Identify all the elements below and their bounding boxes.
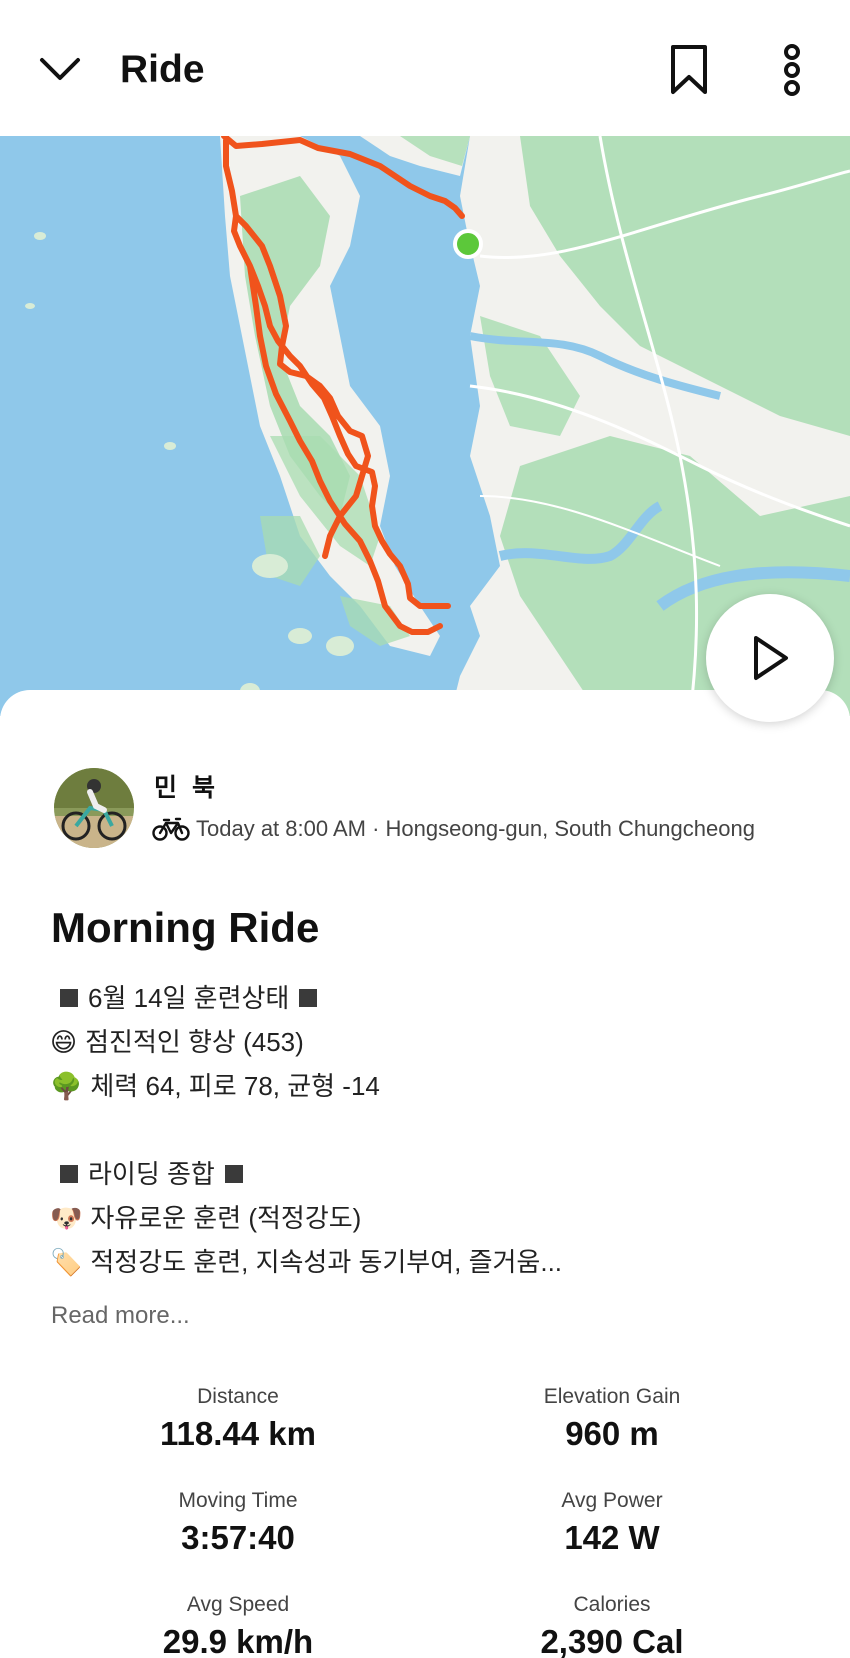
stat-label: Avg Power [561,1489,663,1512]
stat-label: Moving Time [178,1489,298,1512]
activity-description: 6월 14일 훈련상태 😄 점진적인 향상 (453) 🌳 체력 64, 피로 78… [50,976,810,1284]
activity-meta: Today at 8:00 AM · Hongseong-gun, South … [152,812,755,846]
black-square-icon [60,1165,78,1184]
bookmark-icon[interactable] [664,40,714,100]
description-text: 적정강도 훈련, 지속성과 동기부여, 즐거움... [90,1247,563,1277]
stat-label: Calories [573,1593,651,1616]
stat-value: 2,390 Cal [540,1623,684,1658]
stat-label: Distance [197,1385,279,1408]
play-flyover-button[interactable] [706,594,834,722]
black-square-icon [224,1165,243,1184]
description-text: 라이딩 종합 [88,1159,215,1189]
read-more-link[interactable]: Read more... [51,1302,190,1330]
description-line: 😄 점진적인 향상 (453) [50,1020,810,1064]
bike-icon [152,817,190,841]
grinning-face-icon: 😄 [50,1027,78,1057]
stat-value: 118.44 km [160,1415,316,1452]
stat-value: 29.9 km/h [162,1623,314,1658]
stat-value: 3:57:40 [181,1519,295,1556]
chevron-down-icon[interactable] [34,44,90,100]
black-square-icon [299,989,318,1008]
description-text: 점진적인 향상 (453) [85,1027,304,1057]
activity-meta-text: Today at 8:00 AM · Hongseong-gun, South … [196,816,755,841]
stat-value: 142 W [564,1519,660,1556]
stat-label: Avg Speed [186,1593,290,1616]
description-line: 라이딩 종합 [50,1152,810,1196]
stat-calories: Calories 2,390 Cal [462,1590,762,1658]
description-text: 자유로운 훈련 (적정강도) [90,1203,362,1233]
description-text: 6월 14일 훈련상태 [88,983,290,1013]
stat-label: Elevation Gain [543,1385,681,1408]
stat-elevation-gain: Elevation Gain 960 m [462,1382,762,1456]
activity-page: Ride 민 북 Today at 8:00 AM · Hongseong-gu… [0,0,850,1658]
stat-avg-speed: Avg Speed 29.9 km/h [88,1590,388,1658]
description-line: 6월 14일 훈련상태 [50,976,810,1020]
tree-icon: 🌳 [50,1071,83,1101]
athlete-name[interactable]: 민 북 [154,768,219,804]
stat-moving-time: Moving Time 3:57:40 [88,1486,388,1560]
description-line: 🏷️ 적정강도 훈련, 지속성과 동기부여, 즐거움... [50,1240,810,1284]
description-text: 체력 64, 피로 78, 균형 -14 [90,1071,380,1101]
stat-value: 960 m [565,1415,659,1452]
black-square-icon [60,989,78,1008]
top-bar: Ride [0,0,850,136]
play-icon [754,636,788,680]
stat-distance: Distance 118.44 km [88,1382,388,1456]
activity-title: Morning Ride [51,904,320,951]
avatar[interactable] [54,768,134,848]
description-line: 🌳 체력 64, 피로 78, 균형 -14 [50,1064,810,1108]
more-vertical-icon[interactable] [770,40,814,100]
label-tag-icon: 🏷️ [50,1247,83,1277]
description-line: 🐶 자유로운 훈련 (적정강도) [50,1196,810,1240]
stat-avg-power: Avg Power 142 W [462,1486,762,1560]
page-title: Ride [120,48,205,91]
dog-face-icon: 🐶 [50,1203,83,1233]
start-marker [453,229,483,259]
